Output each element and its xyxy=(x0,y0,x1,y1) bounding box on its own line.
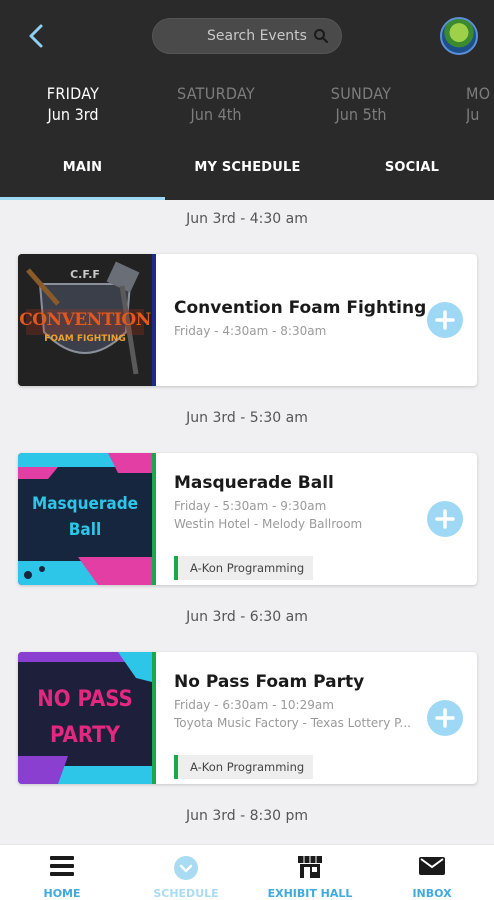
add-to-schedule-button[interactable] xyxy=(427,700,463,736)
thumb-text: Masquerade Ball xyxy=(18,491,152,543)
event-accent-bar xyxy=(152,652,156,784)
thumb-line: Masquerade xyxy=(31,494,139,514)
event-thumbnail: Masquerade Ball xyxy=(18,453,152,585)
day-date: Jun 3rd xyxy=(47,105,99,124)
time-slot-header: Jun 3rd - 6:30 am xyxy=(186,609,308,625)
thumb-text: FOAM FIGHTING xyxy=(44,334,126,344)
day-name: FRIDAY xyxy=(46,84,100,103)
nav-label: HOME xyxy=(43,887,81,900)
event-card[interactable]: Masquerade Ball Masquerade Ball Friday -… xyxy=(18,453,477,585)
tab-my-schedule[interactable]: MY SCHEDULE xyxy=(165,160,330,200)
event-thumbnail: NO PASS PARTY xyxy=(18,652,152,784)
event-thumbnail: C.F.F CONVENTION FOAM FIGHTING xyxy=(18,254,152,386)
nav-home[interactable]: HOME xyxy=(0,845,124,900)
day-name: SATURDAY xyxy=(177,84,255,103)
event-time: Friday - 5:30am - 9:30am xyxy=(174,499,327,513)
nav-label: SCHEDULE xyxy=(153,887,219,900)
plus-icon xyxy=(435,708,455,728)
tab-main[interactable]: MAIN xyxy=(0,160,165,200)
day-tab-friday[interactable]: FRIDAY Jun 3rd xyxy=(28,84,118,124)
thumb-line: Ball xyxy=(68,520,102,540)
nav-label: INBOX xyxy=(412,887,452,900)
event-location: Toyota Music Factory - Texas Lottery P..… xyxy=(174,716,411,730)
event-tag: A-Kon Programming xyxy=(174,556,314,580)
menu-icon xyxy=(50,856,74,876)
thumb-text: NO PASS PARTY xyxy=(18,682,152,754)
event-card[interactable]: C.F.F CONVENTION FOAM FIGHTING Conventio… xyxy=(18,254,477,386)
search-placeholder: Search Events xyxy=(207,28,307,44)
event-card[interactable]: NO PASS PARTY No Pass Foam Party Friday … xyxy=(18,652,477,784)
chevron-circle-icon xyxy=(174,856,198,880)
event-title: Masquerade Ball xyxy=(174,473,334,493)
search-input[interactable]: Search Events xyxy=(152,18,342,54)
day-tab-sunday[interactable]: SUNDAY Jun 5th xyxy=(318,84,404,124)
avatar[interactable] xyxy=(440,17,478,55)
chevron-left-icon xyxy=(29,24,43,48)
day-date: Ju xyxy=(466,105,480,124)
time-slot-header: Jun 3rd - 4:30 am xyxy=(186,211,308,227)
storefront-icon xyxy=(298,856,322,878)
event-title: No Pass Foam Party xyxy=(174,672,365,692)
time-slot-header: Jun 3rd - 5:30 am xyxy=(186,410,308,426)
mail-icon xyxy=(419,857,445,875)
day-name: MO xyxy=(466,84,491,103)
nav-exhibit-hall[interactable]: EXHIBIT HALL xyxy=(248,845,372,900)
back-button[interactable] xyxy=(22,22,50,50)
plus-icon xyxy=(435,310,455,330)
active-tab-indicator xyxy=(0,197,165,200)
event-accent-bar xyxy=(152,453,156,585)
thumb-text: C.F.F xyxy=(70,268,100,281)
day-selector: FRIDAY Jun 3rd SATURDAY Jun 4th SUNDAY J… xyxy=(0,84,494,134)
event-tag: A-Kon Programming xyxy=(174,755,314,779)
event-time: Friday - 6:30am - 10:29am xyxy=(174,698,334,712)
tab-social[interactable]: SOCIAL xyxy=(330,160,494,200)
add-to-schedule-button[interactable] xyxy=(427,302,463,338)
search-icon xyxy=(314,29,328,43)
day-tab-saturday[interactable]: SATURDAY Jun 4th xyxy=(166,84,266,124)
time-slot-header: Jun 3rd - 8:30 pm xyxy=(186,808,308,824)
thumb-text: CONVENTION xyxy=(19,310,151,330)
event-location: Westin Hotel - Melody Ballroom xyxy=(174,517,363,531)
day-tab-monday[interactable]: MO Ju xyxy=(466,84,494,124)
nav-label: EXHIBIT HALL xyxy=(267,887,353,900)
bottom-navigation: HOME SCHEDULE EXHIBIT HALL INBOX xyxy=(0,844,494,900)
event-accent-bar xyxy=(152,254,156,386)
day-date: Jun 5th xyxy=(335,105,387,124)
section-tabs: MAIN MY SCHEDULE SOCIAL xyxy=(0,160,494,200)
nav-schedule[interactable]: SCHEDULE xyxy=(124,845,248,900)
plus-icon xyxy=(435,509,455,529)
event-time: Friday - 4:30am - 8:30am xyxy=(174,324,327,338)
thumb-line: PARTY xyxy=(50,723,120,748)
day-name: SUNDAY xyxy=(330,84,392,103)
app-header: Search Events FRIDAY Jun 3rd SATURDAY Ju… xyxy=(0,0,494,200)
thumb-line: NO PASS xyxy=(37,687,133,712)
add-to-schedule-button[interactable] xyxy=(427,501,463,537)
nav-inbox[interactable]: INBOX xyxy=(370,845,494,900)
event-title: Convention Foam Fighting xyxy=(174,298,427,318)
day-date: Jun 4th xyxy=(190,105,242,124)
